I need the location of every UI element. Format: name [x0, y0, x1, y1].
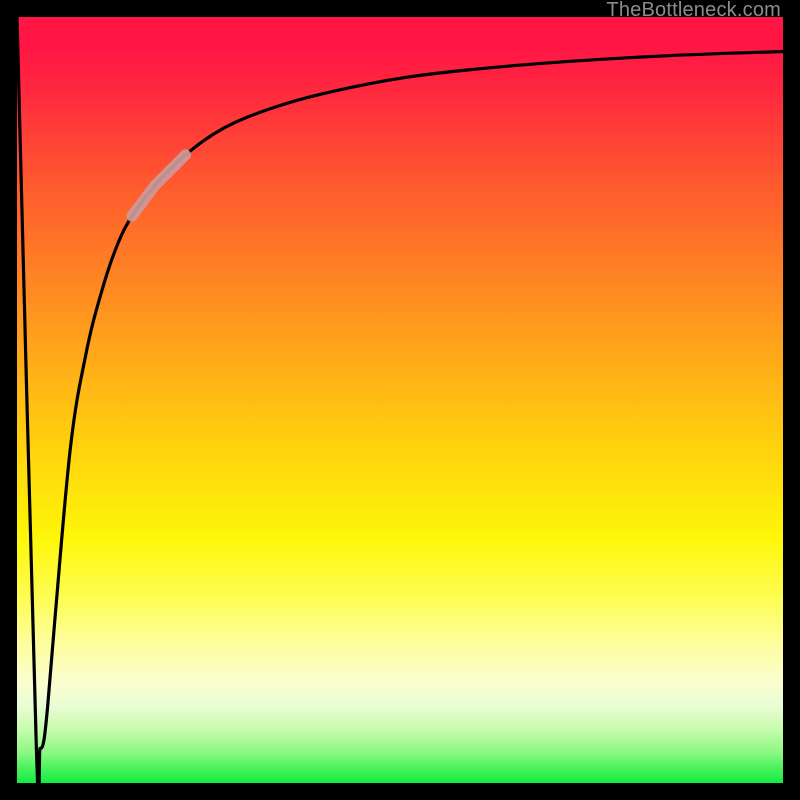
bottleneck-curve-highlight: [132, 155, 186, 216]
watermark-text: TheBottleneck.com: [606, 0, 781, 20]
chart-root: { "watermark": "TheBottleneck.com", "col…: [0, 0, 800, 800]
bottleneck-curve-path: [17, 17, 783, 783]
plot-area: [17, 17, 783, 783]
plot-frame: [0, 0, 800, 800]
curve-svg: [17, 17, 783, 783]
